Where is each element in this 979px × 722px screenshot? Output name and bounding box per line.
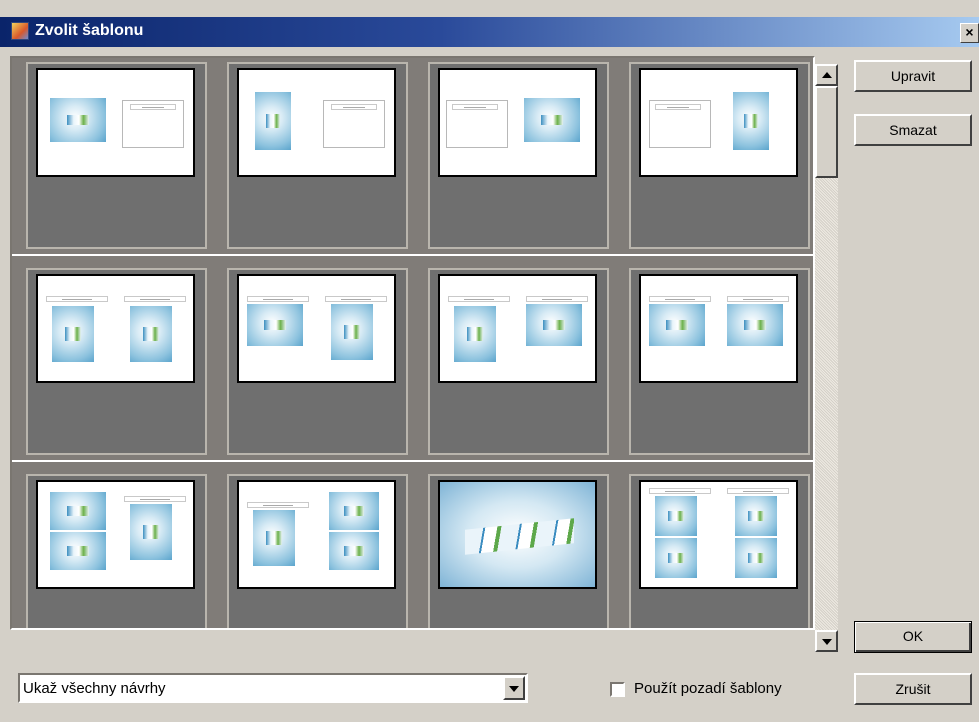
template-grid (10, 56, 815, 630)
template-tile-4[interactable] (629, 62, 810, 249)
template-tile-3[interactable] (428, 62, 609, 249)
template-tile-7[interactable] (428, 268, 609, 455)
scroll-up-button[interactable] (815, 64, 838, 86)
template-tile-10[interactable] (227, 474, 408, 628)
app-icon (11, 22, 29, 40)
close-button[interactable]: × (960, 23, 979, 43)
scroll-down-button[interactable] (815, 630, 838, 652)
template-preview (438, 274, 597, 383)
edit-button[interactable]: Upravit (854, 60, 972, 92)
template-tile-8[interactable] (629, 268, 810, 455)
use-template-background-label[interactable]: Použít pozadí šablony (634, 680, 782, 697)
template-preview (36, 274, 195, 383)
design-filter-select[interactable]: Ukaž všechny návrhy (18, 673, 528, 703)
title-bar: Zvolit šablonu (0, 17, 979, 47)
template-preview (36, 480, 195, 589)
dropdown-arrow-icon[interactable] (503, 676, 525, 700)
window-title: Zvolit šablonu (35, 22, 144, 39)
template-tile-12[interactable] (629, 474, 810, 628)
template-tile-9[interactable] (26, 474, 207, 628)
use-template-background-checkbox[interactable] (610, 682, 625, 697)
template-preview (237, 68, 396, 177)
template-preview (36, 68, 195, 177)
delete-button[interactable]: Smazat (854, 114, 972, 146)
template-preview (639, 480, 798, 589)
vertical-scrollbar[interactable] (815, 64, 838, 652)
template-preview (237, 274, 396, 383)
template-tile-2[interactable] (227, 62, 408, 249)
row-divider (12, 460, 813, 462)
row-divider (12, 254, 813, 256)
template-preview (639, 274, 798, 383)
template-preview (438, 68, 597, 177)
ok-button[interactable]: OK (854, 621, 972, 653)
template-tile-5[interactable] (26, 268, 207, 455)
design-filter-value: Ukaž všechny návrhy (23, 680, 166, 697)
template-preview (639, 68, 798, 177)
template-tile-11[interactable] (428, 474, 609, 628)
template-preview (438, 480, 597, 589)
scroll-thumb[interactable] (815, 86, 838, 178)
template-tile-1[interactable] (26, 62, 207, 249)
template-tile-6[interactable] (227, 268, 408, 455)
cancel-button[interactable]: Zrušit (854, 673, 972, 705)
template-preview (237, 480, 396, 589)
